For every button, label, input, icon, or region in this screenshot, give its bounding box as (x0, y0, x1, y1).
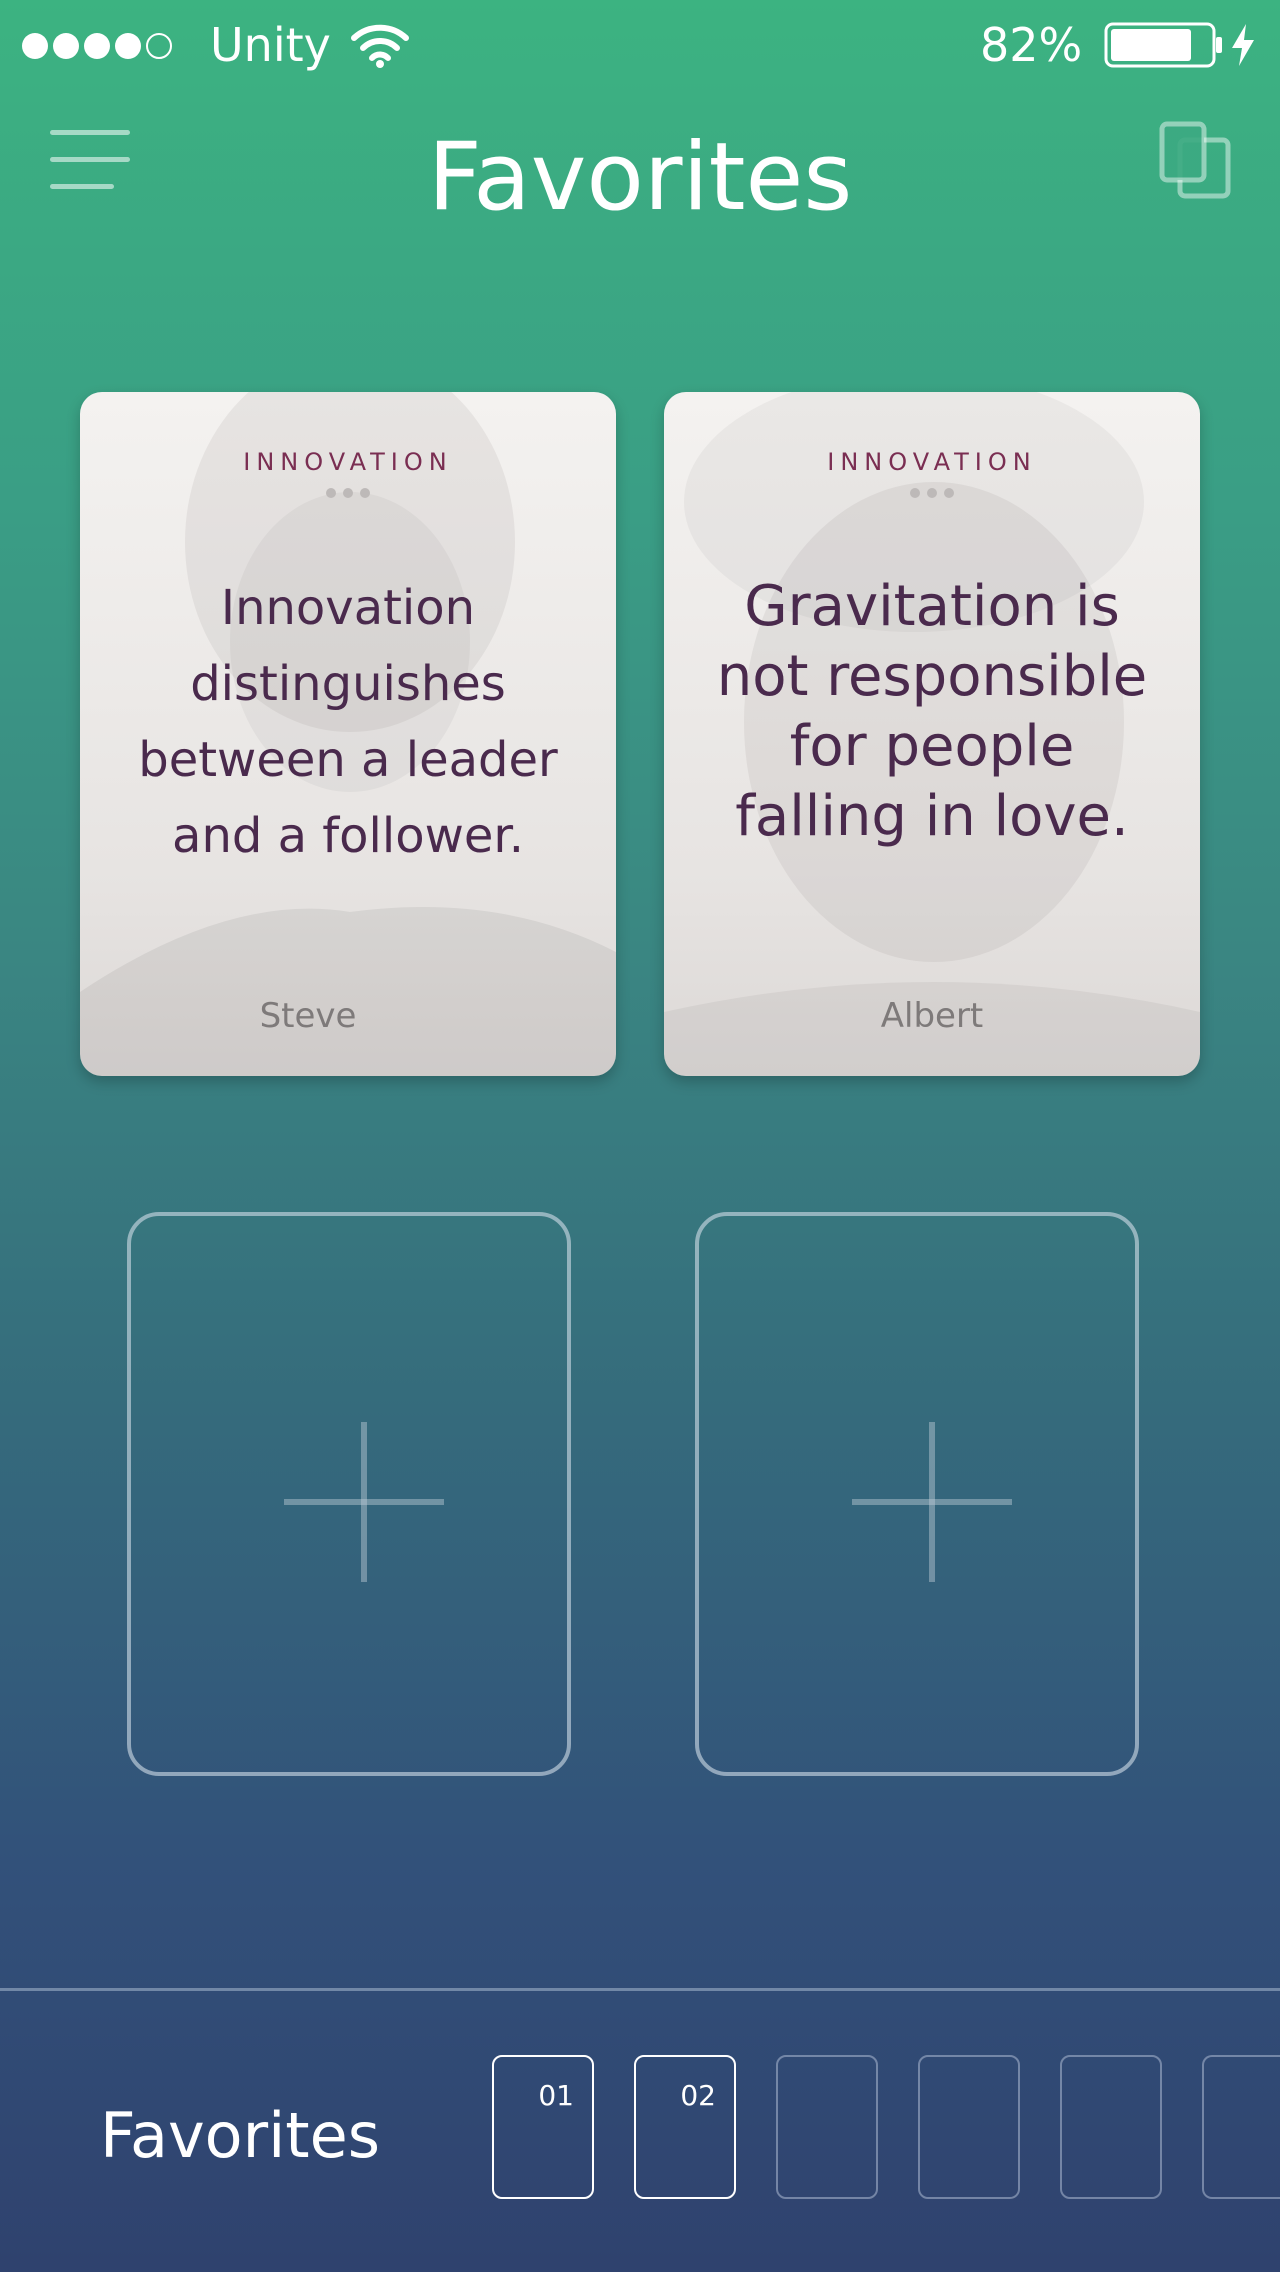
page-tile-02[interactable]: 02 (634, 2055, 736, 2199)
card-dots (80, 488, 616, 498)
card-stack-icon[interactable] (1156, 118, 1236, 202)
plus-icon (852, 1422, 1012, 1582)
divider (0, 1988, 1280, 1991)
page-tile-05[interactable] (1060, 2055, 1162, 2199)
quote-author: Albert (880, 996, 984, 1036)
signal-dot (84, 33, 110, 59)
quote-card[interactable]: INNOVATION Gravitation is not responsibl… (664, 392, 1200, 1076)
card-dots (664, 488, 1200, 498)
signal-dot (115, 33, 141, 59)
quote-text: Gravitation is not responsible for peopl… (716, 574, 1148, 849)
charging-bolt-icon (1232, 24, 1254, 66)
carrier-name: Unity (210, 18, 331, 72)
bottom-bar: Favorites 01 02 (0, 1988, 1280, 2272)
quote-text: Innovation distinguishes between a leade… (138, 580, 558, 864)
card-category: INNOVATION (827, 448, 1037, 476)
add-card-slot[interactable] (695, 1212, 1139, 1776)
add-card-slot[interactable] (127, 1212, 571, 1776)
page-tile-04[interactable] (918, 2055, 1020, 2199)
battery-icon (1104, 22, 1222, 68)
signal-dot (53, 33, 79, 59)
status-bar: Unity 82% (0, 0, 1280, 90)
battery-percentage: 82% (980, 18, 1083, 72)
collection-label: Favorites (100, 2099, 381, 2172)
signal-dot (22, 33, 48, 59)
tile-number: 02 (680, 2079, 716, 2112)
page-tile-03[interactable] (776, 2055, 878, 2199)
page-tile-06[interactable] (1202, 2055, 1280, 2199)
card-category: INNOVATION (243, 448, 453, 476)
quote-author: Steve (259, 996, 357, 1036)
tile-number: 01 (538, 2079, 574, 2112)
favorites-screen: Unity 82% Favorites INNOVATION Innovatio… (0, 0, 1280, 2272)
page-tile-01[interactable]: 01 (492, 2055, 594, 2199)
page-title: Favorites (427, 123, 853, 232)
quote-card[interactable]: INNOVATION Innovation distinguishes betw… (80, 392, 616, 1076)
wifi-icon (351, 24, 409, 68)
signal-dot (146, 33, 172, 59)
signal-strength-icon (22, 33, 172, 59)
plus-icon (284, 1422, 444, 1582)
